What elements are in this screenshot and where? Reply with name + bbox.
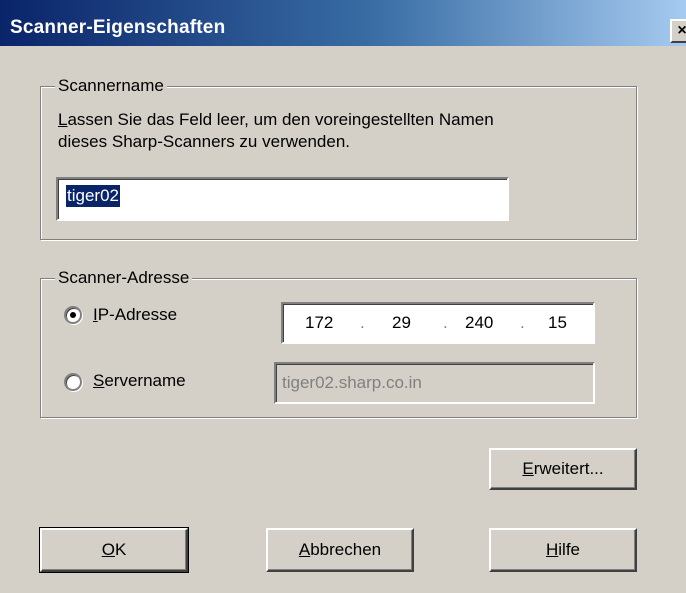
instruction-line2: dieses Sharp-Scanners zu verwenden. bbox=[58, 132, 350, 151]
scanner-name-legend: Scannername bbox=[55, 76, 167, 96]
advanced-button[interactable]: Erweitert... bbox=[489, 448, 637, 490]
title-bar: Scanner-Eigenschaften bbox=[0, 0, 686, 46]
ok-button[interactable]: OK bbox=[39, 527, 189, 573]
ip-separator: . bbox=[520, 313, 525, 332]
ip-address-field[interactable]: 172 . 29 . 240 . 15 bbox=[281, 302, 595, 344]
scanner-name-value: tiger02 bbox=[66, 185, 120, 207]
ip-octet-1[interactable]: 172 bbox=[305, 313, 333, 333]
scanner-name-input[interactable]: tiger02 bbox=[56, 177, 509, 221]
ip-octet-2[interactable]: 29 bbox=[392, 313, 411, 333]
ip-separator: . bbox=[443, 313, 448, 332]
scanner-name-instruction: Lassen Sie das Feld leer, um den voreing… bbox=[58, 109, 494, 153]
instruction-line1: assen Sie das Feld leer, um den voreinge… bbox=[67, 110, 494, 129]
help-button[interactable]: Hilfe bbox=[489, 528, 637, 572]
scanner-address-legend: Scanner-Adresse bbox=[55, 268, 193, 288]
ip-separator: . bbox=[360, 313, 365, 332]
servername-label[interactable]: Servername bbox=[93, 370, 186, 392]
window-title: Scanner-Eigenschaften bbox=[10, 17, 226, 38]
servername-value: tiger02.sharp.co.in bbox=[282, 373, 422, 392]
ip-octet-4[interactable]: 15 bbox=[548, 313, 567, 333]
close-icon: × bbox=[677, 22, 686, 39]
ip-address-radio[interactable] bbox=[64, 306, 82, 324]
ip-octet-3[interactable]: 240 bbox=[465, 313, 493, 333]
ip-address-label[interactable]: IP-Adresse bbox=[93, 304, 177, 326]
radio-selected-dot bbox=[70, 312, 76, 318]
servername-radio[interactable] bbox=[64, 373, 82, 391]
servername-field[interactable]: tiger02.sharp.co.in bbox=[274, 362, 595, 404]
cancel-button[interactable]: Abbrechen bbox=[266, 528, 414, 572]
close-button[interactable]: × bbox=[670, 19, 686, 43]
